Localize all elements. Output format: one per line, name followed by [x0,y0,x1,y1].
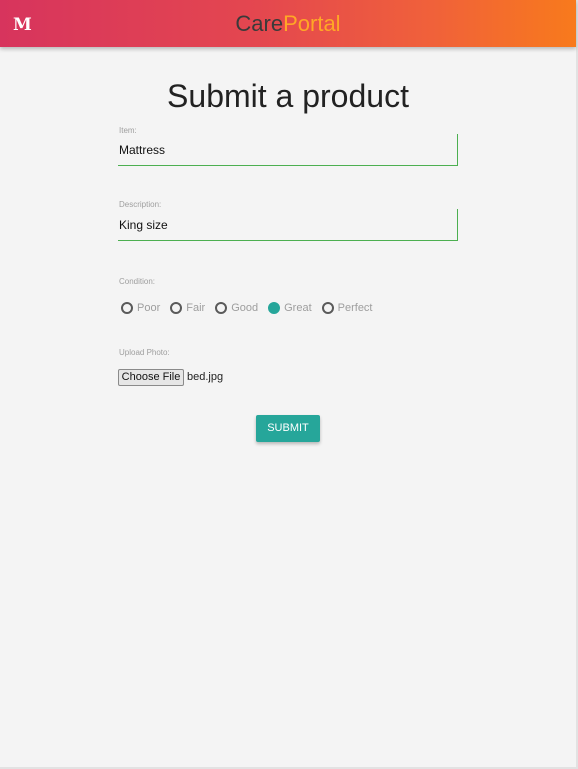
condition-label: Condition: [119,277,156,286]
item-input[interactable] [118,134,458,166]
top-navbar: M CarePortal [0,0,576,47]
brand-title[interactable]: CarePortal [0,11,576,37]
radio-fair[interactable]: Fair [170,301,205,315]
upload-photo-label: Upload Photo: [119,348,170,357]
app-window: M CarePortal Submit a product Item: Desc… [0,0,578,769]
radio-perfect[interactable]: Perfect [321,301,373,315]
radio-label: Great [284,302,312,314]
radio-great[interactable]: Great [268,301,312,315]
page-title: Submit a product [167,78,409,114]
condition-radio-group: Poor Fair Good Great Perfect [121,300,383,316]
radio-circle-icon [215,302,228,314]
description-input[interactable] [118,209,458,241]
radio-label: Good [231,302,259,314]
radio-circle-icon [170,302,183,314]
radio-poor[interactable]: Poor [121,301,160,315]
radio-label: Perfect [337,302,373,314]
radio-good[interactable]: Good [215,301,258,315]
radio-circle-icon [121,302,133,314]
submit-button[interactable]: SUBMIT [256,415,320,442]
radio-label: Fair [186,302,206,314]
brand-part-care: Care [235,11,284,36]
radio-checked-icon [268,302,281,314]
radio-circle-icon [321,302,334,314]
radio-label: Poor [137,302,161,314]
selected-file-name: bed.jpg [187,371,224,383]
choose-file-button[interactable]: Choose File [118,369,184,386]
brand-part-portal: Portal [283,11,341,36]
